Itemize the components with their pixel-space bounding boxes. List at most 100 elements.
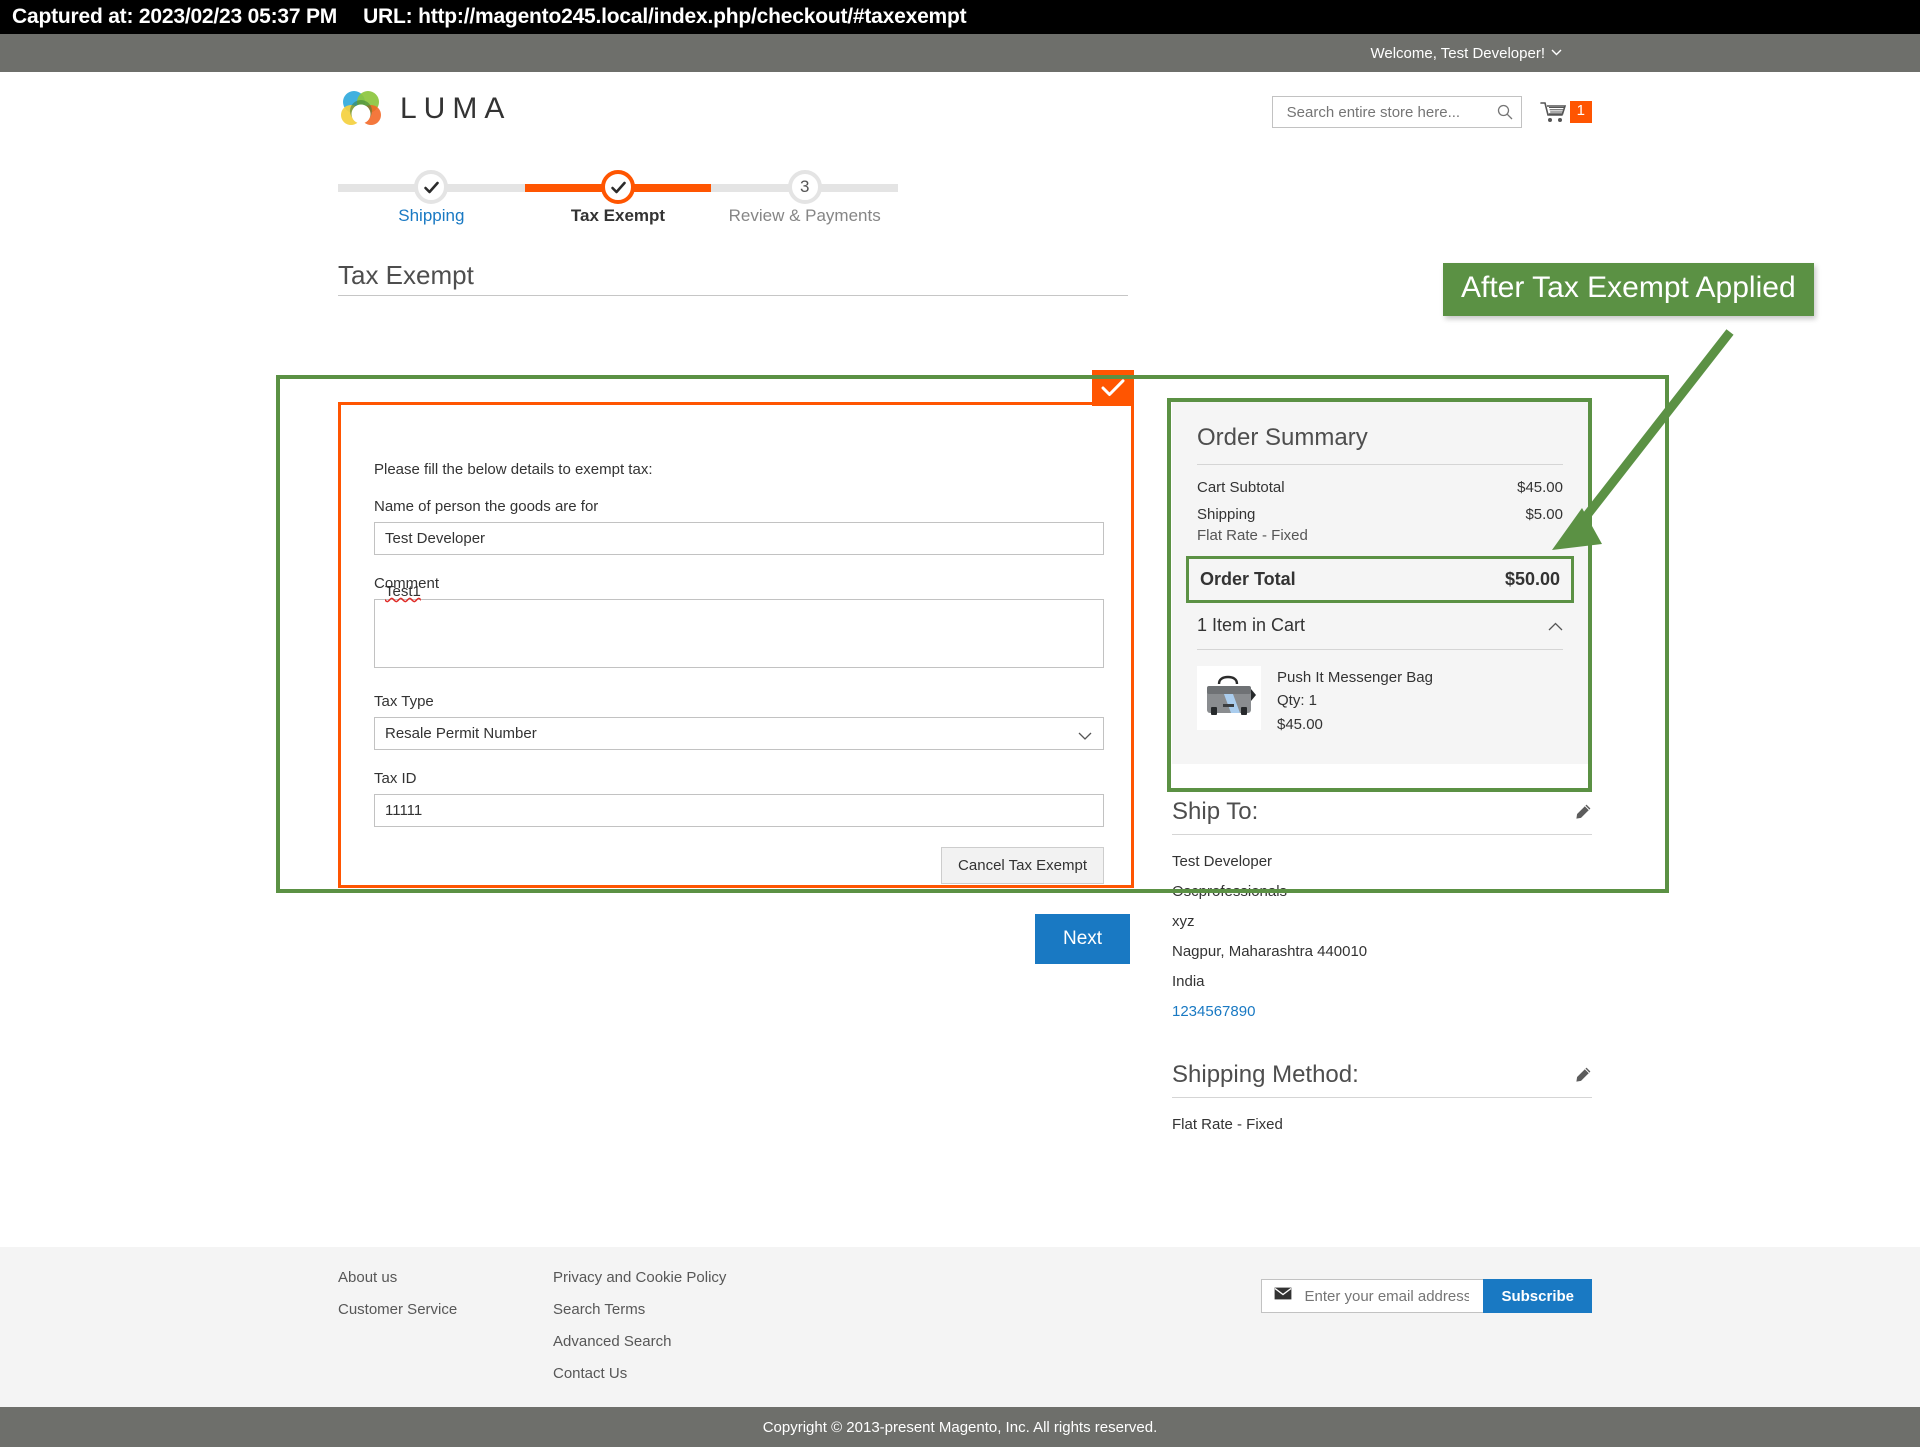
site-header: LUMA 1 (0, 72, 1920, 146)
header-actions: 1 (1271, 96, 1592, 128)
input-name-of-person[interactable] (374, 522, 1104, 555)
input-tax-id[interactable] (374, 794, 1104, 827)
footer-column-1: About us Customer Service (338, 1269, 553, 1382)
summary-row-shipping: Shipping $5.00 (1197, 506, 1563, 523)
search-input[interactable] (1284, 102, 1497, 122)
step-marker-review: 3 (787, 170, 822, 204)
order-summary-card: Order Summary Cart Subtotal $45.00 Shipp… (1172, 402, 1588, 764)
summary-shipping-method-note: Flat Rate - Fixed (1197, 527, 1308, 544)
address-line: xyz (1172, 912, 1195, 930)
footer-link-customer-service[interactable]: Customer Service (338, 1301, 553, 1318)
product-price: $45.00 (1277, 715, 1323, 733)
checkout-sidebar: Order Summary Cart Subtotal $45.00 Shipp… (1167, 398, 1592, 1140)
stepper-steps: Shipping Tax Exempt 3 Review & Payments (338, 170, 899, 226)
capture-timestamp: Captured at: 2023/02/23 05:37 PM (12, 5, 338, 28)
field-tax-type: Tax Type Resale Permit Number (374, 693, 1104, 750)
step-review-payments[interactable]: 3 Review & Payments (711, 170, 899, 226)
step-label-shipping[interactable]: Shipping (338, 206, 525, 226)
address-phone-link[interactable]: 1234567890 (1172, 1003, 1255, 1020)
label-tax-type: Tax Type (374, 693, 434, 710)
field-tax-id: Tax ID (374, 770, 1104, 827)
ship-to-address: Test Developer Oscprofessionals xyz Nagp… (1172, 847, 1592, 1027)
tax-exempt-form: Please fill the below details to exempt … (338, 370, 1134, 888)
select-tax-type[interactable]: Resale Permit Number (374, 717, 1104, 750)
cart-count-badge: 1 (1569, 101, 1592, 123)
product-name[interactable]: Push It Messenger Bag (1277, 666, 1433, 689)
address-line: Nagpur, Maharashtra 440010 (1172, 942, 1368, 960)
ship-to-title: Ship To: (1172, 797, 1259, 825)
step-marker-shipping (414, 170, 449, 204)
capture-url: URL: http://magento245.local/index.php/c… (363, 5, 967, 28)
address-line: Oscprofessionals (1172, 882, 1288, 900)
product-details: Push It Messenger Bag Qty: 1 $45.00 (1277, 666, 1433, 736)
address-line: Test Developer (1172, 852, 1273, 870)
summary-label: Cart Subtotal (1197, 479, 1285, 496)
edit-pencil-icon[interactable] (1574, 803, 1592, 821)
items-in-cart-label: 1 Item in Cart (1197, 615, 1306, 635)
shipping-method-header: Shipping Method: (1172, 1061, 1592, 1098)
luma-logo-icon (338, 86, 384, 132)
title-divider (338, 295, 1128, 296)
envelope-icon (1274, 1287, 1292, 1305)
footer-link-contact-us[interactable]: Contact Us (553, 1365, 726, 1382)
product-thumbnail (1197, 666, 1261, 730)
check-icon (609, 178, 628, 197)
step-tax-exempt[interactable]: Tax Exempt (524, 170, 712, 226)
ship-to-block: Ship To: Test Developer Oscprofessionals… (1172, 798, 1592, 1027)
welcome-bar: Welcome, Test Developer! (0, 34, 1920, 72)
annotation-arrow (1552, 329, 1734, 550)
ship-to-header: Ship To: (1172, 798, 1592, 835)
newsletter-input-wrap[interactable] (1261, 1279, 1484, 1313)
capture-info-bar: Captured at: 2023/02/23 05:37 PM URL: ht… (0, 0, 1920, 34)
address-line: India (1172, 972, 1205, 990)
footer-link-privacy-policy[interactable]: Privacy and Cookie Policy (553, 1269, 726, 1286)
step-label-review-payments: Review & Payments (728, 206, 881, 225)
product-qty: Qty: 1 (1277, 692, 1318, 710)
cart-icon[interactable] (1539, 100, 1568, 124)
form-hint-text: Please fill the below details to exempt … (374, 461, 653, 478)
search-box[interactable] (1271, 96, 1522, 128)
label-comment: Comment (374, 575, 440, 592)
footer-link-advanced-search[interactable]: Advanced Search (553, 1333, 726, 1350)
order-total-label: Order Total (1200, 569, 1296, 589)
shipping-method-value: Flat Rate - Fixed (1172, 1115, 1283, 1133)
step-shipping[interactable]: Shipping (338, 170, 525, 226)
footer-link-about-us[interactable]: About us (338, 1269, 553, 1286)
order-total-row: Order Total $50.00 (1186, 556, 1574, 603)
luma-logo[interactable]: LUMA (338, 86, 511, 132)
field-name-of-person: Name of person the goods are for (374, 498, 1104, 555)
summary-row-cart-subtotal: Cart Subtotal $45.00 (1197, 479, 1563, 496)
step-label-tax-exempt: Tax Exempt (570, 206, 666, 225)
welcome-message[interactable]: Welcome, Test Developer! (1370, 45, 1545, 62)
summary-divider (1197, 464, 1563, 465)
next-button[interactable]: Next (1035, 914, 1131, 964)
luma-logo-text: LUMA (400, 92, 512, 125)
site-footer: About us Customer Service Privacy and Co… (0, 1247, 1920, 1407)
field-comment: Comment Test1 (374, 575, 1104, 673)
chevron-up-icon[interactable] (1548, 615, 1563, 636)
items-in-cart-toggle[interactable]: 1 Item in Cart (1197, 615, 1563, 650)
shipping-method-block: Shipping Method: Flat Rate - Fixed (1172, 1061, 1592, 1140)
page-body: LUMA 1 (0, 72, 1920, 1447)
cart-line-item: Push It Messenger Bag Qty: 1 $45.00 (1197, 666, 1563, 736)
input-comment[interactable] (374, 599, 1104, 668)
search-icon[interactable] (1497, 104, 1513, 120)
order-summary-title: Order Summary (1197, 424, 1368, 451)
shipping-method-title: Shipping Method: (1172, 1060, 1359, 1088)
minicart[interactable]: 1 (1539, 100, 1592, 124)
cancel-tax-exempt-button[interactable]: Cancel Tax Exempt (941, 847, 1104, 884)
newsletter-email-input[interactable] (1302, 1286, 1472, 1306)
footer-link-search-terms[interactable]: Search Terms (553, 1301, 726, 1318)
tax-exempt-applied-check-badge (1092, 370, 1134, 406)
label-tax-id: Tax ID (374, 770, 417, 787)
annotation-callout: After Tax Exempt Applied (1443, 263, 1814, 316)
next-button-wrap: Next (1035, 914, 1131, 964)
step-marker-tax-exempt (601, 170, 635, 204)
newsletter-signup: Subscribe (1261, 1279, 1592, 1313)
edit-pencil-icon[interactable] (1574, 1066, 1592, 1084)
subscribe-button[interactable]: Subscribe (1483, 1279, 1592, 1313)
chevron-down-icon[interactable] (1551, 47, 1562, 59)
copyright-text: Copyright © 2013-present Magento, Inc. A… (762, 1418, 1158, 1436)
checkout-progress-bar: Shipping Tax Exempt 3 Review & Payments (0, 170, 1920, 248)
check-icon (422, 178, 441, 197)
